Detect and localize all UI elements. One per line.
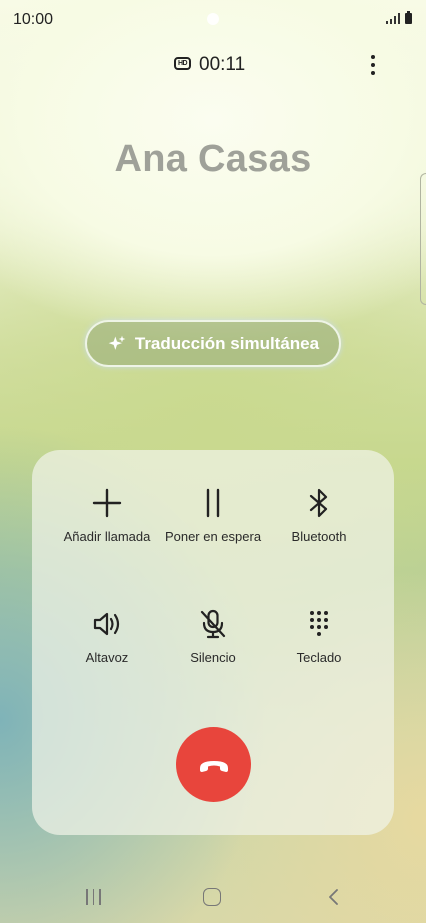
call-header: HD 00:11 — [0, 52, 426, 78]
recent-apps-icon[interactable] — [86, 889, 104, 905]
status-bar: 10:00 — [0, 0, 426, 40]
mute-label: Silencio — [190, 650, 236, 665]
menu-dot — [371, 71, 375, 75]
hd-voice-icon: HD — [174, 57, 191, 70]
recent-line — [86, 889, 88, 905]
recent-line — [92, 889, 95, 905]
speaker-label: Altavoz — [85, 650, 129, 665]
bluetooth-label: Bluetooth — [291, 529, 347, 544]
add-call-label: Añadir llamada — [63, 529, 151, 544]
front-camera — [207, 13, 219, 25]
end-call-button[interactable] — [176, 727, 251, 802]
bluetooth-icon — [309, 488, 328, 518]
add-call-button[interactable]: Añadir llamada — [47, 486, 167, 544]
caller-name: Ana Casas — [114, 138, 312, 180]
signal-bar — [394, 16, 396, 24]
keypad-button[interactable]: Teclado — [259, 607, 379, 665]
mute-mic-icon — [200, 609, 226, 639]
signal-bar — [386, 21, 388, 24]
battery-icon — [405, 11, 412, 24]
sparkle-icon — [108, 335, 126, 350]
back-icon[interactable] — [326, 888, 340, 906]
more-options-button[interactable] — [364, 52, 382, 78]
call-duration: 00:11 — [199, 54, 246, 75]
live-translate-label: Traducción simultánea — [134, 333, 320, 353]
signal-bar — [398, 13, 400, 24]
navigation-bar — [0, 863, 426, 923]
speaker-icon — [93, 612, 120, 636]
edge-panel-handle[interactable] — [420, 173, 426, 305]
live-translate-button[interactable]: Traducción simultánea — [85, 320, 341, 367]
bluetooth-button[interactable]: Bluetooth — [259, 486, 379, 544]
pause-icon — [206, 488, 220, 518]
keypad-label: Teclado — [296, 650, 342, 665]
add-call-icon — [92, 488, 122, 518]
status-time: 10:00 — [13, 11, 54, 28]
menu-dot — [371, 55, 375, 59]
speaker-button[interactable]: Altavoz — [47, 607, 167, 665]
recent-line — [99, 889, 101, 905]
mute-button[interactable]: Silencio — [153, 607, 273, 665]
keypad-icon — [310, 611, 328, 636]
hold-label: Poner en espera — [164, 529, 262, 544]
end-call-icon — [199, 760, 228, 772]
menu-dot — [371, 63, 375, 67]
home-icon[interactable] — [203, 888, 221, 906]
hold-button[interactable]: Poner en espera — [153, 486, 273, 544]
signal-battery — [386, 11, 412, 24]
signal-bar — [390, 19, 392, 24]
